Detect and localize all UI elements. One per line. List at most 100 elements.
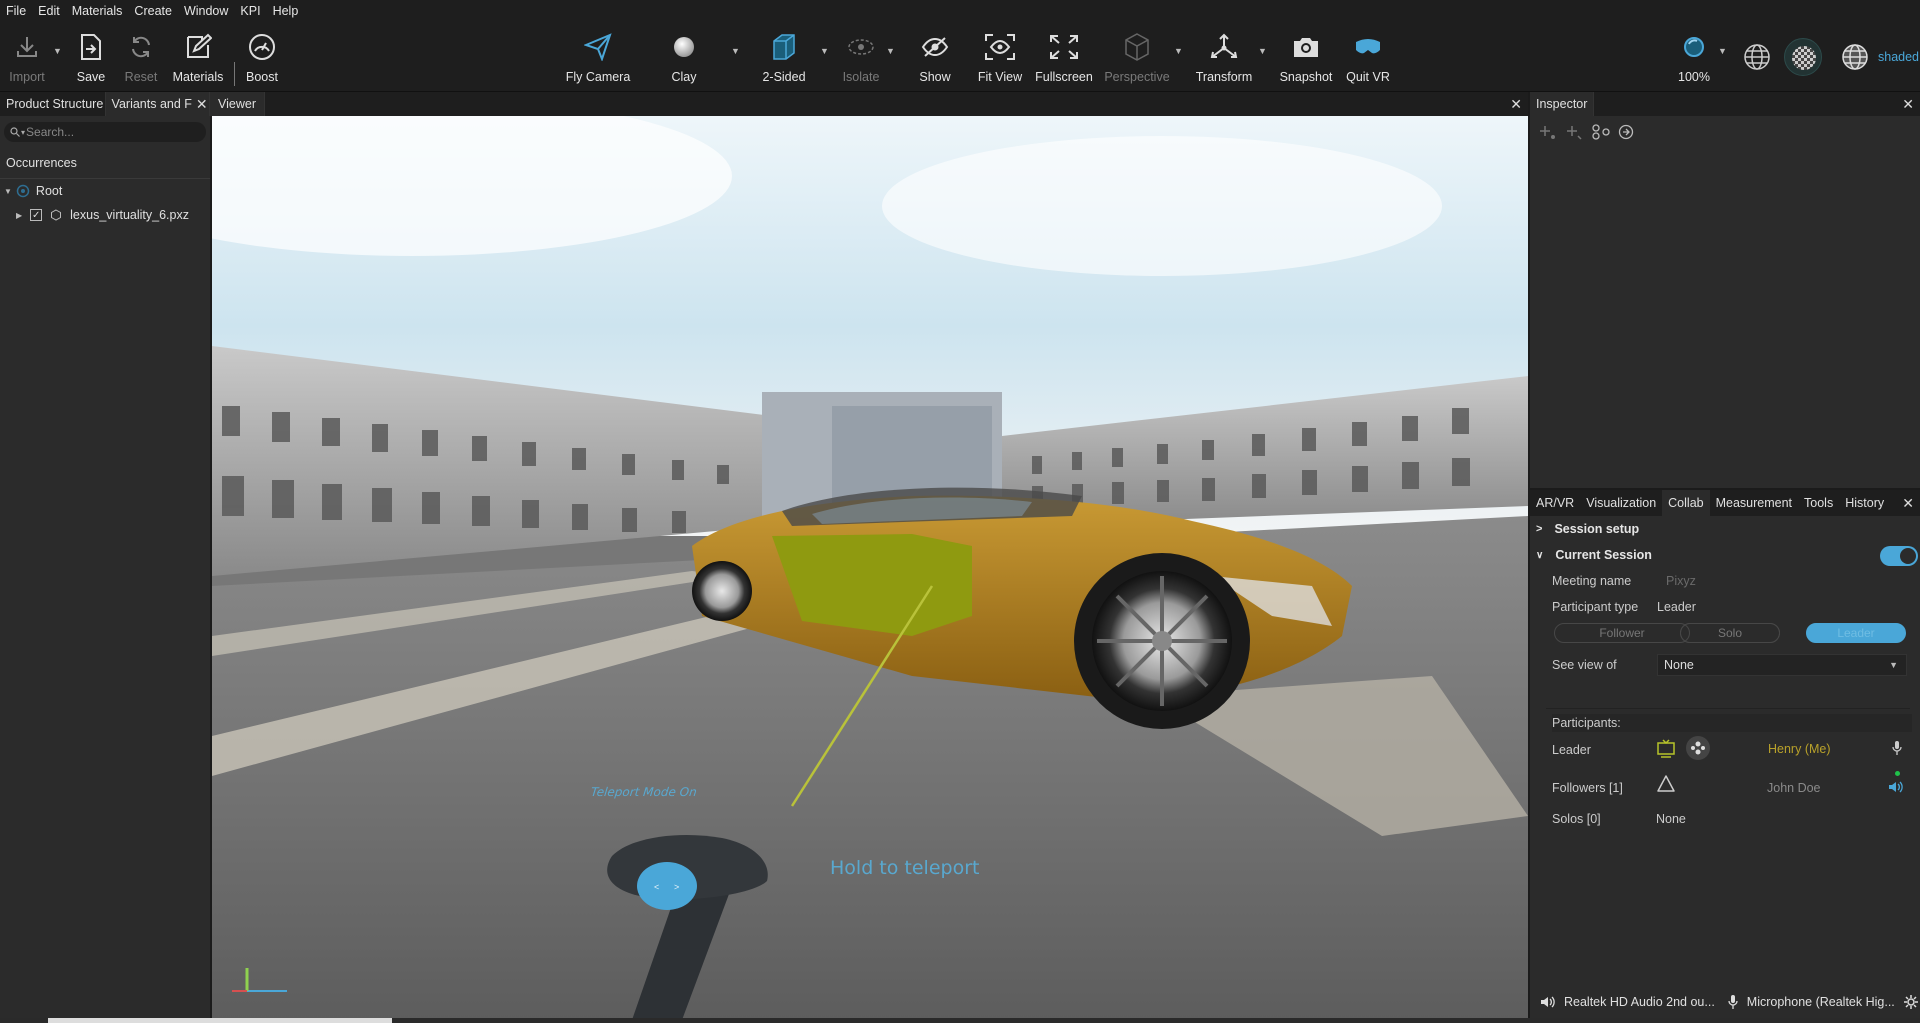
- transform-icon: [1210, 33, 1238, 58]
- clay-button[interactable]: Clay: [646, 30, 722, 84]
- transform-button[interactable]: Transform: [1186, 30, 1262, 84]
- menu-create[interactable]: Create: [132, 4, 182, 18]
- teleport-hint-text: Hold to teleport: [830, 857, 979, 879]
- follower-mode-button[interactable]: Follower: [1554, 623, 1690, 643]
- snapshot-icon: [1294, 38, 1318, 57]
- microphone-device-icon[interactable]: [1727, 994, 1739, 1010]
- tree-row-file[interactable]: ▶ ✓ lexus_virtuality_6.pxz: [0, 203, 210, 227]
- root-node-icon: [16, 184, 30, 198]
- session-toggle[interactable]: [1880, 546, 1918, 566]
- file-label: lexus_virtuality_6.pxz: [70, 208, 189, 222]
- speaker-icon[interactable]: [1888, 780, 1904, 794]
- zoom-button[interactable]: 100%: [1656, 30, 1732, 84]
- menu-window[interactable]: Window: [182, 4, 238, 18]
- checker-mode-button[interactable]: [1784, 38, 1822, 76]
- menu-edit[interactable]: Edit: [36, 4, 70, 18]
- expand-arrow-icon[interactable]: ▼: [4, 187, 12, 196]
- viewer-close-icon[interactable]: ✕: [1510, 96, 1522, 113]
- tab-history[interactable]: History: [1839, 490, 1890, 516]
- solos-value: None: [1656, 812, 1686, 826]
- see-view-label: See view of: [1552, 658, 1617, 672]
- part-icon: [51, 209, 62, 221]
- two-sided-button[interactable]: 2-Sided: [746, 30, 822, 84]
- solos-label: Solos [0]: [1552, 812, 1601, 826]
- fly-camera-button[interactable]: Fly Camera: [560, 30, 636, 84]
- participant-type-label: Participant type: [1552, 600, 1639, 614]
- perspective-dropdown-icon[interactable]: ▼: [1174, 46, 1183, 56]
- isolate-dropdown-icon[interactable]: ▼: [886, 46, 895, 56]
- microphone-device-label[interactable]: Microphone (Realtek Hig...: [1747, 995, 1897, 1009]
- leader-label: Leader: [1552, 743, 1591, 757]
- right-tabs-close-icon[interactable]: ✕: [1902, 495, 1914, 512]
- vr-scene: Teleport Mode On Hold to teleport < >: [212, 116, 1528, 1020]
- add-component-icon[interactable]: [1540, 124, 1556, 140]
- boost-icon: [249, 34, 275, 60]
- perspective-button[interactable]: Perspective: [1099, 30, 1175, 84]
- main-toolbar: Import ▼ Save Reset Materials Boost Fly …: [0, 22, 1920, 92]
- zoom-icon: [1684, 37, 1704, 57]
- current-session-header[interactable]: ∨ Current Session: [1536, 548, 1652, 562]
- bottom-strip: [0, 1018, 1920, 1023]
- presenter-icon[interactable]: [1656, 738, 1676, 758]
- transform-dropdown-icon[interactable]: ▼: [1258, 46, 1267, 56]
- tab-product-structure[interactable]: Product Structure: [0, 92, 106, 116]
- tab-tools[interactable]: Tools: [1798, 490, 1839, 516]
- solo-mode-button-label[interactable]: Solo: [1680, 623, 1780, 643]
- quit-vr-button[interactable]: Quit VR: [1330, 30, 1406, 84]
- target-icon[interactable]: [1618, 124, 1634, 140]
- session-setup-label: Session setup: [1554, 522, 1640, 536]
- inspector-tabbar: Inspector ✕: [1530, 92, 1920, 116]
- collapse-arrow-icon[interactable]: ▶: [16, 211, 22, 220]
- search-field[interactable]: ▾ Search...: [4, 122, 206, 142]
- right-panel-tabs: AR/VR Visualization Collab Measurement T…: [1530, 490, 1920, 516]
- search-input[interactable]: Search...: [26, 125, 74, 139]
- chevron-right-icon: >: [1536, 523, 1543, 535]
- leader-mode-button[interactable]: Leader: [1806, 623, 1906, 643]
- viewer-3d[interactable]: Teleport Mode On Hold to teleport < >: [212, 116, 1528, 1020]
- progress-indicator: [48, 1018, 392, 1023]
- speaker-device-icon[interactable]: [1540, 995, 1558, 1009]
- settings-gear-icon[interactable]: [1903, 994, 1919, 1010]
- shading-mode-label[interactable]: shaded: [1878, 50, 1919, 64]
- menu-help[interactable]: Help: [271, 4, 309, 18]
- wireframe-globe-icon[interactable]: [1742, 42, 1772, 72]
- see-view-value: None: [1664, 658, 1694, 672]
- tree-row-root[interactable]: ▼ Root: [0, 179, 210, 203]
- boost-button[interactable]: Boost: [224, 30, 300, 84]
- followers-label: Followers [1]: [1552, 781, 1623, 795]
- select-dropdown-icon: ▼: [1889, 660, 1898, 670]
- tab-visualization[interactable]: Visualization: [1580, 490, 1662, 516]
- tab-collab[interactable]: Collab: [1662, 490, 1710, 516]
- microphone-icon[interactable]: [1891, 740, 1903, 756]
- menu-kpi[interactable]: KPI: [238, 4, 270, 18]
- fullscreen-button[interactable]: Fullscreen: [1026, 30, 1102, 84]
- inspector-panel: [1530, 116, 1920, 488]
- tab-inspector[interactable]: Inspector: [1530, 92, 1595, 116]
- menu-materials[interactable]: Materials: [70, 4, 133, 18]
- visibility-checkbox[interactable]: ✓: [30, 209, 43, 221]
- isolate-button[interactable]: Isolate: [823, 30, 899, 84]
- occurrences-header: Occurrences: [0, 148, 210, 179]
- tab-arvr[interactable]: AR/VR: [1530, 490, 1580, 516]
- materials-icon: [187, 33, 212, 58]
- session-setup-header[interactable]: > Session setup: [1536, 522, 1639, 536]
- clay-dropdown-icon[interactable]: ▼: [731, 46, 740, 56]
- link-nodes-icon[interactable]: [1592, 124, 1610, 140]
- tab-viewer[interactable]: Viewer: [210, 92, 265, 116]
- zoom-dropdown-icon[interactable]: ▼: [1718, 46, 1727, 56]
- inspector-close-icon[interactable]: ✕: [1902, 96, 1914, 113]
- speaker-device-label[interactable]: Realtek HD Audio 2nd ou...: [1564, 995, 1715, 1009]
- shaded-globe-icon[interactable]: [1840, 42, 1870, 72]
- menu-file[interactable]: File: [4, 4, 36, 18]
- close-icon[interactable]: ✕: [196, 92, 208, 116]
- see-view-select[interactable]: None ▼: [1657, 654, 1907, 676]
- tab-variants[interactable]: Variants and F ✕: [105, 92, 210, 116]
- participants-header: Participants:: [1552, 714, 1912, 732]
- add-property-icon[interactable]: [1566, 124, 1582, 140]
- menu-bar: File Edit Materials Create Window KPI He…: [0, 0, 1920, 22]
- online-status-dot: [1895, 771, 1900, 776]
- search-dropdown-icon[interactable]: ▾: [21, 128, 25, 137]
- tab-measurement[interactable]: Measurement: [1710, 490, 1798, 516]
- audio-device-bar: Realtek HD Audio 2nd ou... Microphone (R…: [1530, 984, 1920, 1020]
- reset-icon: [132, 36, 150, 58]
